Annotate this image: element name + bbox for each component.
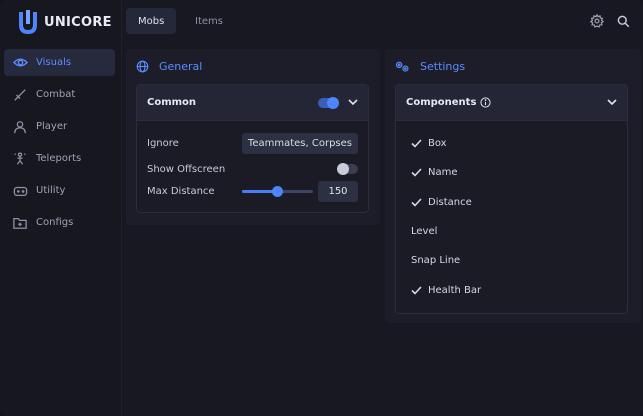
settings-title: Settings	[395, 60, 465, 73]
general-panel: General Common Ignore Teammates, Corpses…	[126, 49, 380, 225]
max-distance-row: Max Distance 150	[147, 181, 358, 202]
sidebar-item-label: Visuals	[36, 57, 72, 68]
show-offscreen-toggle[interactable]	[337, 163, 358, 175]
show-offscreen-row: Show Offscreen	[147, 161, 358, 177]
component-label: Health Bar	[428, 284, 482, 296]
app-name: UNICORE	[44, 14, 112, 30]
eye-icon	[12, 55, 28, 71]
components-title: Components	[406, 97, 477, 108]
general-title: General	[136, 60, 202, 73]
folder-icon	[12, 215, 28, 231]
ignore-value: Teammates, Corpses	[247, 138, 352, 149]
sidebar-item-configs[interactable]: Configs	[4, 209, 115, 236]
component-label: Level	[411, 225, 438, 237]
common-title: Common	[147, 97, 197, 108]
checkmark-icon	[411, 167, 422, 178]
sidebar: UNICORE Visuals Combat Player Teleports …	[0, 0, 122, 416]
component-item-distance[interactable]: Distance	[411, 197, 472, 208]
common-header[interactable]: Common	[137, 85, 368, 121]
component-label: Name	[428, 167, 458, 179]
slider-thumb[interactable]	[272, 186, 283, 197]
app-window: UNICORE Visuals Combat Player Teleports …	[0, 0, 643, 416]
max-distance-label: Max Distance	[147, 186, 215, 197]
checkmark-icon	[411, 197, 422, 208]
ignore-row: Ignore Teammates, Corpses	[147, 133, 358, 154]
search-icon[interactable]	[615, 13, 631, 29]
general-title-text: General	[159, 60, 203, 73]
top-bar: Mobs Items	[122, 0, 643, 45]
gamepad-icon	[12, 183, 28, 199]
sidebar-item-utility[interactable]: Utility	[4, 177, 115, 204]
chevron-down-icon[interactable]	[348, 99, 358, 106]
settings-gears-icon	[395, 60, 410, 73]
component-label: Distance	[428, 196, 472, 208]
ignore-select[interactable]: Teammates, Corpses	[241, 133, 358, 154]
checkmark-icon	[411, 285, 422, 296]
globe-icon	[136, 60, 149, 73]
sidebar-item-label: Player	[36, 121, 68, 132]
component-item-snap-line[interactable]: Snap Line	[411, 255, 460, 266]
sidebar-item-combat[interactable]: Combat	[4, 81, 115, 108]
sidebar-item-label: Configs	[36, 217, 74, 228]
sidebar-item-label: Utility	[36, 185, 66, 196]
toggle-knob	[327, 96, 339, 109]
common-card: Common Ignore Teammates, Corpses Show Of…	[136, 84, 369, 213]
sidebar-item-player[interactable]: Player	[4, 113, 115, 140]
sidebar-item-teleports[interactable]: Teleports	[4, 145, 115, 172]
tab-items[interactable]: Items	[183, 8, 235, 34]
sidebar-item-label: Teleports	[36, 153, 82, 164]
gear-icon[interactable]	[589, 13, 605, 29]
toggle-knob	[337, 163, 349, 175]
tab-mobs[interactable]: Mobs	[126, 8, 177, 34]
tab-label: Items	[195, 15, 223, 27]
sidebar-item-visuals[interactable]: Visuals	[4, 49, 115, 76]
show-offscreen-label: Show Offscreen	[147, 163, 226, 175]
info-icon[interactable]	[480, 97, 492, 108]
settings-title-text: Settings	[420, 60, 466, 73]
sidebar-item-label: Combat	[36, 89, 76, 100]
ignore-label: Ignore	[147, 138, 179, 149]
component-label: Snap Line	[411, 255, 461, 267]
sidebar-nav: Visuals Combat Player Teleports Utility …	[4, 49, 115, 241]
component-label: Box	[428, 138, 447, 149]
content-area: General Common Ignore Teammates, Corpses…	[122, 45, 643, 416]
logo: UNICORE	[18, 10, 112, 35]
max-distance-input[interactable]: 150	[318, 181, 358, 202]
tab-label: Mobs	[138, 15, 165, 27]
user-icon	[12, 119, 28, 135]
component-item-name[interactable]: Name	[411, 167, 458, 178]
unicore-logo-icon	[18, 10, 38, 35]
component-item-box[interactable]: Box	[411, 138, 447, 149]
sword-icon	[12, 87, 28, 103]
checkmark-icon	[411, 138, 422, 149]
common-enable-toggle[interactable]	[318, 96, 339, 109]
components-card: Components Box Name Distance Level Snap Line…	[395, 84, 628, 314]
chevron-down-icon[interactable]	[607, 99, 617, 106]
teleport-icon	[12, 151, 28, 167]
settings-panel: Settings Components Box Name Distance Level…	[385, 49, 641, 323]
component-item-health-bar[interactable]: Health Bar	[411, 285, 481, 296]
component-item-level[interactable]: Level	[411, 226, 437, 237]
components-header[interactable]: Components	[396, 85, 627, 121]
max-distance-value: 150	[328, 186, 348, 197]
